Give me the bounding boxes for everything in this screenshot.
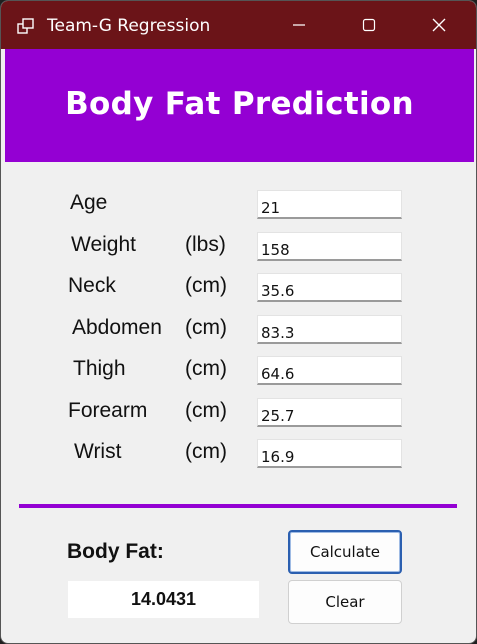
age-label: Age	[70, 191, 108, 214]
neck-unit-label: (cm)	[185, 274, 227, 297]
minimize-icon	[293, 24, 305, 26]
maximize-icon	[362, 18, 376, 32]
maximize-button[interactable]	[339, 1, 399, 49]
abdomen-label: Abdomen	[72, 316, 162, 339]
close-button[interactable]	[409, 1, 469, 49]
abdomen-unit-label: (cm)	[185, 316, 227, 339]
abdomen-input[interactable]	[257, 315, 402, 344]
window-title: Team-G Regression	[47, 16, 211, 36]
calculate-button[interactable]: Calculate	[288, 530, 402, 574]
header-banner: Body Fat Prediction	[5, 49, 474, 162]
app-icon	[17, 18, 35, 34]
thigh-label: Thigh	[73, 357, 126, 380]
close-icon	[432, 18, 446, 32]
weight-label: Weight	[71, 233, 136, 256]
body-fat-result: 14.0431	[68, 581, 259, 618]
thigh-input[interactable]	[257, 356, 402, 385]
wrist-unit-label: (cm)	[185, 440, 227, 463]
title-bar[interactable]: Team-G Regression	[1, 1, 476, 49]
section-divider	[19, 504, 457, 508]
wrist-label: Wrist	[74, 440, 122, 463]
neck-label: Neck	[68, 274, 116, 297]
clear-button[interactable]: Clear	[288, 580, 402, 624]
age-input[interactable]	[257, 190, 402, 219]
body-fat-label: Body Fat:	[67, 540, 164, 563]
thigh-unit-label: (cm)	[185, 357, 227, 380]
weight-input[interactable]	[257, 232, 402, 261]
minimize-button[interactable]	[269, 1, 329, 49]
app-window: Team-G Regression Body Fat Prediction Ag…	[0, 0, 477, 644]
forearm-unit-label: (cm)	[185, 399, 227, 422]
forearm-input[interactable]	[257, 398, 402, 427]
neck-input[interactable]	[257, 273, 402, 302]
wrist-input[interactable]	[257, 439, 402, 468]
page-title: Body Fat Prediction	[65, 86, 414, 122]
forearm-label: Forearm	[68, 399, 148, 422]
weight-unit-label: (lbs)	[185, 233, 226, 256]
